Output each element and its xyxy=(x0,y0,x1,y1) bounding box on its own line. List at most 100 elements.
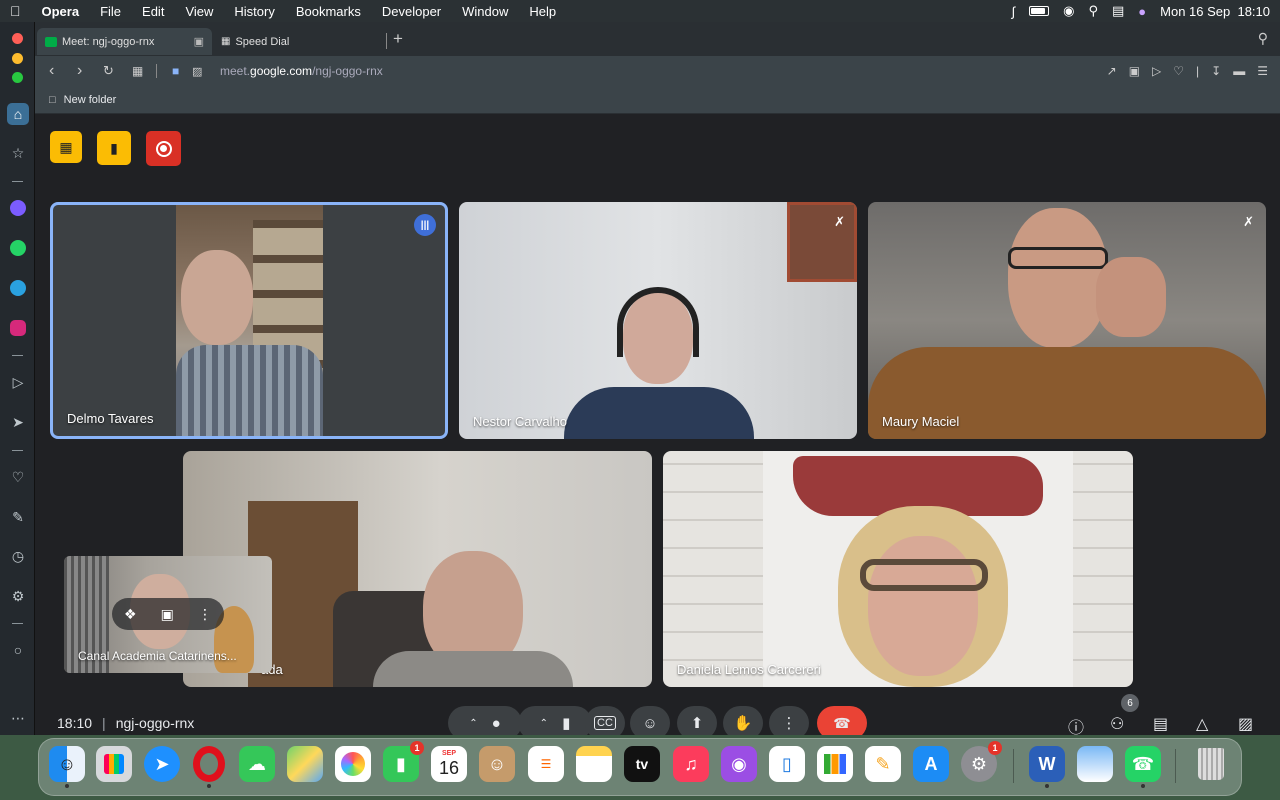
player-icon[interactable]: ▷ xyxy=(7,371,29,393)
mic-icon[interactable]: ● xyxy=(492,715,501,732)
tab-meet[interactable]: Meet: ngj-oggo-rnx ▣ xyxy=(37,28,212,55)
opera-icon[interactable] xyxy=(191,746,227,788)
pages-icon[interactable]: ✎ xyxy=(865,746,901,782)
bookmark-heart-icon[interactable]: ♡ xyxy=(1173,64,1184,78)
star-icon[interactable]: ☆ xyxy=(7,142,29,164)
music-icon[interactable]: ♫ xyxy=(673,746,709,782)
battery-saver-icon[interactable]: ▬ xyxy=(1233,64,1245,78)
more-options-icon[interactable]: ⋮ xyxy=(198,606,212,623)
history-icon[interactable]: ◷ xyxy=(7,545,29,567)
add-to-frame-icon[interactable]: ▣ xyxy=(161,606,174,623)
chevron-up-icon[interactable]: ⌃ xyxy=(540,718,548,729)
bluetooth-icon[interactable]: ∫ xyxy=(1012,4,1016,19)
easy-setup-icon[interactable]: ☰ xyxy=(1257,64,1268,78)
captions-button[interactable]: CC xyxy=(585,706,625,735)
control-center-icon[interactable]: ▤ xyxy=(1112,3,1124,19)
menu-window[interactable]: Window xyxy=(462,4,508,19)
self-view-tile[interactable]: ❖ ▣ ⋮ Canal Academia Catarinens... xyxy=(64,556,272,673)
more-icon[interactable]: ⋯ xyxy=(7,707,29,729)
raise-hand-button[interactable]: ✋ xyxy=(723,706,763,735)
host-controls-button[interactable]: ▦ xyxy=(50,131,82,163)
forward-icon[interactable]: › xyxy=(77,62,82,80)
calendar-icon[interactable]: SEP 16 xyxy=(431,746,467,782)
back-icon[interactable]: ‹ xyxy=(49,62,54,80)
address-bar[interactable]: meet.google.com/ngj-oggo-rnx xyxy=(220,64,383,78)
menu-bookmarks[interactable]: Bookmarks xyxy=(296,4,361,19)
new-tab-button[interactable]: + xyxy=(393,29,403,49)
photos-icon[interactable] xyxy=(335,746,371,782)
messages-icon[interactable]: ☁ xyxy=(239,746,275,782)
activities-icon[interactable]: △ xyxy=(1196,714,1208,734)
camera-active-icon[interactable]: ■ xyxy=(172,64,179,78)
home-icon[interactable]: ⌂ xyxy=(7,103,29,125)
chevron-up-icon[interactable]: ⌃ xyxy=(469,718,477,729)
launchpad-icon[interactable] xyxy=(96,746,132,782)
messenger-icon[interactable] xyxy=(7,197,29,219)
whatsapp-icon[interactable] xyxy=(7,237,29,259)
door-icon-button[interactable]: ▮ xyxy=(97,131,131,165)
preview-icon[interactable] xyxy=(1077,746,1113,782)
menubar-clock[interactable]: Mon 16 Sep 18:10 xyxy=(1160,4,1270,19)
telegram-icon[interactable] xyxy=(7,277,29,299)
chat-icon[interactable]: ▤ xyxy=(1153,714,1168,734)
battery-icon[interactable] xyxy=(1029,6,1050,16)
mic-control[interactable]: ⌃ ● xyxy=(448,706,522,735)
word-icon[interactable]: W xyxy=(1029,746,1065,788)
close-window-button[interactable] xyxy=(12,33,23,44)
wifi-icon[interactable]: ◉ xyxy=(1063,3,1074,19)
finder-icon[interactable]: ☺ xyxy=(49,746,85,788)
numbers-icon[interactable] xyxy=(817,746,853,782)
spotlight-search-icon[interactable]: ⚲ xyxy=(1088,3,1098,19)
siri-icon[interactable]: ● xyxy=(1138,4,1146,19)
present-button[interactable]: ⬆ xyxy=(677,706,717,735)
whatsapp-dock-icon[interactable]: ☎ xyxy=(1125,746,1161,788)
menu-view[interactable]: View xyxy=(185,4,213,19)
instagram-icon[interactable] xyxy=(7,317,29,339)
tab-speed-dial[interactable]: ▦ Speed Dial xyxy=(213,28,385,55)
zoom-window-button[interactable] xyxy=(12,72,23,83)
trash-icon[interactable] xyxy=(1193,746,1229,782)
meeting-details-icon[interactable]: ⓘ xyxy=(1068,714,1084,735)
send-icon[interactable]: ➤ xyxy=(7,411,29,433)
contacts-icon[interactable]: ☺ xyxy=(479,746,515,782)
menu-help[interactable]: Help xyxy=(529,4,556,19)
record-button[interactable] xyxy=(146,131,181,166)
flow-send-icon[interactable]: ▷ xyxy=(1152,64,1161,78)
edit-icon[interactable]: ✎ xyxy=(7,506,29,528)
people-icon[interactable]: ⚇ xyxy=(1110,714,1124,734)
maps-icon[interactable] xyxy=(287,746,323,782)
folder-icon[interactable]: □ xyxy=(49,94,56,106)
tab-pip-icon[interactable]: ▣ xyxy=(194,35,204,48)
podcasts-icon[interactable]: ◉ xyxy=(721,746,757,782)
tabs-grid-icon[interactable]: ▦ xyxy=(132,64,143,78)
lightbulb-icon[interactable]: ○ xyxy=(7,639,29,661)
safari-icon[interactable]: ➤ xyxy=(144,746,180,782)
heart-icon[interactable]: ♡ xyxy=(7,466,29,488)
host-lock-icon[interactable]: ▨ xyxy=(1238,714,1253,734)
apple-icon[interactable]:  xyxy=(10,3,21,19)
snapshot-icon[interactable]: ▣ xyxy=(1129,64,1140,78)
app-store-icon[interactable]: A xyxy=(913,746,949,782)
participant-tile[interactable]: ✗ Maury Maciel xyxy=(868,202,1266,439)
lock-icon[interactable]: ▨ xyxy=(192,65,202,78)
camera-control[interactable]: ⌃ ▮ xyxy=(518,706,592,735)
reminders-icon[interactable]: ☰ xyxy=(528,746,564,782)
participant-tile[interactable]: ✗ Nestor Carvalho xyxy=(459,202,857,439)
more-options-button[interactable]: ⋮ xyxy=(769,706,809,735)
minimize-window-button[interactable] xyxy=(12,53,23,64)
menu-edit[interactable]: Edit xyxy=(142,4,164,19)
menu-history[interactable]: History xyxy=(234,4,274,19)
settings-icon[interactable]: ⚙ xyxy=(7,585,29,607)
system-settings-icon[interactable]: ⚙ 1 xyxy=(961,741,1002,782)
apple-tv-icon[interactable]: tv xyxy=(624,746,660,782)
camera-icon[interactable]: ▮ xyxy=(562,714,570,732)
pin-icon[interactable]: ❖ xyxy=(124,606,137,623)
download-icon[interactable]: ↧ xyxy=(1211,64,1221,78)
participant-tile[interactable]: ||| Delmo Tavares xyxy=(50,202,448,439)
notes-icon[interactable] xyxy=(576,746,612,782)
menu-file[interactable]: File xyxy=(100,4,121,19)
menu-app-name[interactable]: Opera xyxy=(42,4,80,19)
tab-search-icon[interactable]: ⚲ xyxy=(1258,30,1268,47)
keynote-icon[interactable]: ▯ xyxy=(769,746,805,782)
menu-developer[interactable]: Developer xyxy=(382,4,441,19)
